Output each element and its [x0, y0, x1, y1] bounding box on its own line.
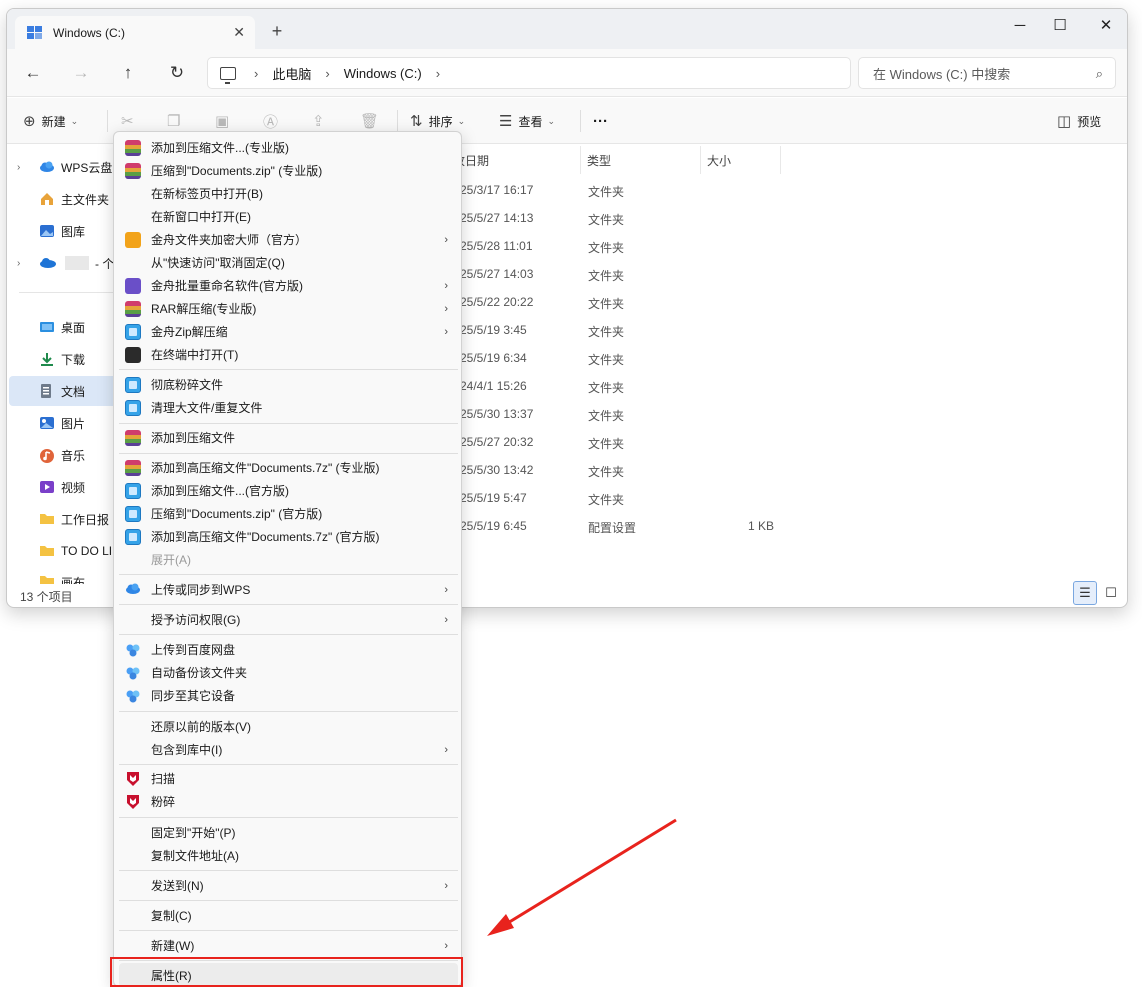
annotation-arrow [487, 818, 677, 936]
